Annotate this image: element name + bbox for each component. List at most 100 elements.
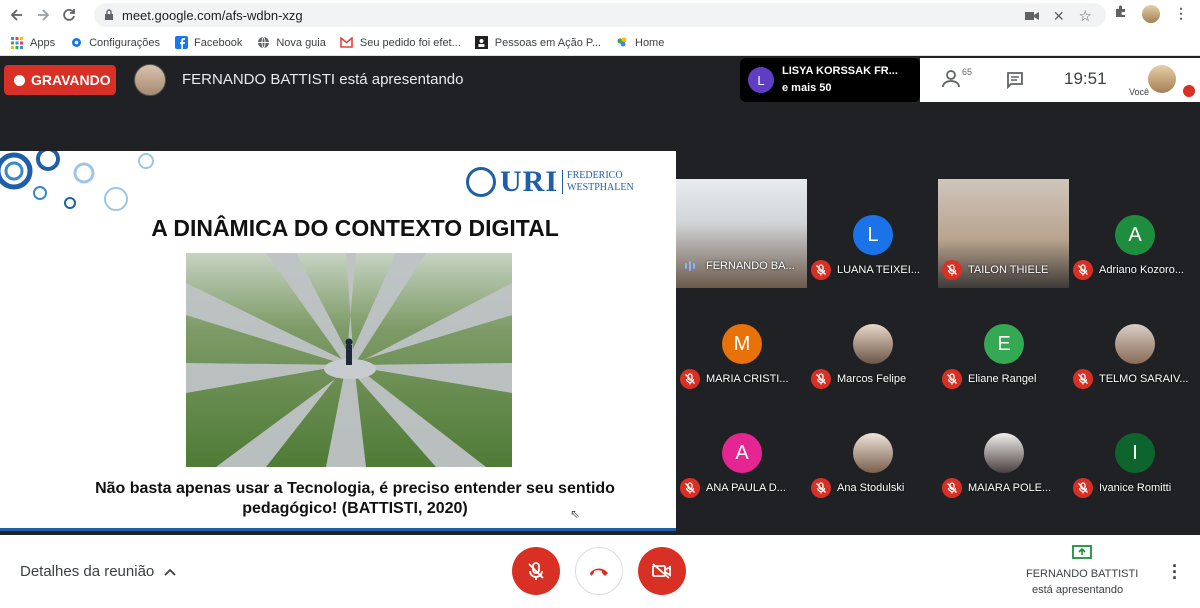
lock-icon — [105, 9, 113, 20]
participant-tile[interactable]: FERNANDO BA... — [676, 179, 808, 288]
address-bar[interactable]: meet.google.com/afs-wdbn-xzg ✕ ☆ — [94, 3, 1106, 27]
participant-tile[interactable]: MAIARA POLE... — [938, 397, 1070, 506]
tile-footer: Marcos Felipe — [811, 369, 906, 389]
participant-name: Eliane Rangel — [968, 373, 1037, 385]
speaker-avatar: L — [748, 67, 774, 93]
pna-icon — [615, 36, 629, 50]
participant-photo — [984, 433, 1024, 473]
mic-off-icon — [811, 369, 831, 389]
facebook-icon — [174, 36, 188, 50]
speaking-indicator-icon — [680, 261, 700, 271]
caption-line2: pedagógico! (BATTISTI, 2020) — [242, 500, 468, 517]
participant-tile[interactable]: A Adriano Kozoro... — [1069, 179, 1200, 288]
slide-caption: Não basta apenas usar a Tecnologia, é pr… — [0, 479, 710, 519]
mic-off-icon — [811, 260, 831, 280]
participant-avatar: M — [722, 324, 762, 364]
camera-indicator-icon[interactable] — [1024, 9, 1039, 24]
mic-off-icon — [942, 369, 962, 389]
star-icon[interactable]: ☆ — [1079, 7, 1092, 25]
participant-photo — [853, 324, 893, 364]
speaker-more: e mais 50 — [782, 82, 832, 94]
active-speaker-box[interactable]: L LISYA KORSSAK FR... e mais 50 — [740, 58, 920, 102]
self-avatar[interactable] — [1148, 65, 1176, 93]
bookmark-label: Nova guia — [276, 36, 326, 49]
camera-toggle-button[interactable] — [638, 547, 686, 595]
bookmark-item[interactable]: Facebook — [174, 36, 242, 50]
participant-name: TELMO SARAIV... — [1099, 373, 1189, 385]
bookmark-item[interactable]: Configurações — [69, 36, 160, 50]
bookmark-label: Pessoas em Ação P... — [494, 36, 601, 49]
participant-tile[interactable]: Marcos Felipe — [807, 288, 939, 397]
logo-sub-line2: WESTPHALEN — [567, 182, 634, 193]
present-screen-icon[interactable] — [1072, 545, 1092, 561]
logo-sub-line1: FREDERICO — [567, 170, 623, 181]
profile-avatar[interactable] — [1142, 4, 1160, 23]
participant-tile[interactable]: TAILON THIELE — [938, 179, 1070, 288]
uri-logo: URI FREDERICO WESTPHALEN — [466, 167, 634, 197]
participant-tile[interactable]: E Eliane Rangel — [938, 288, 1070, 397]
leave-call-button[interactable] — [575, 547, 623, 595]
chat-icon[interactable] — [1006, 71, 1024, 89]
bookmark-item[interactable]: Apps — [10, 36, 55, 50]
participant-tile[interactable]: Ana Stodulski — [807, 397, 939, 506]
participant-photo — [1115, 324, 1155, 364]
tile-footer: Ivanice Romitti — [1073, 478, 1171, 498]
participant-name: MAIARA POLE... — [968, 482, 1052, 494]
logo-main: URI — [500, 165, 559, 198]
participant-name: Adriano Kozoro... — [1099, 264, 1184, 276]
participant-avatar: A — [722, 433, 762, 473]
swirl-decoration — [0, 151, 154, 211]
mic-off-icon — [1073, 369, 1093, 389]
participant-tile[interactable]: L LUANA TEIXEI... — [807, 179, 939, 288]
presenter-avatar — [134, 64, 166, 96]
tile-footer: MARIA CRISTI... — [680, 369, 789, 389]
participant-name: TAILON THIELE — [968, 264, 1049, 276]
participant-avatar: L — [853, 215, 893, 255]
back-icon[interactable] — [4, 2, 30, 28]
bookmark-label: Home — [635, 36, 665, 49]
recording-label: GRAVANDO — [31, 72, 111, 88]
menu-dots-icon[interactable]: ⋮ — [1174, 5, 1188, 22]
mic-toggle-button[interactable] — [512, 547, 560, 595]
participant-grid: FERNANDO BA... L LUANA TEIXEI... TAILON THI… — [676, 179, 1200, 506]
participant-name: Marcos Felipe — [837, 373, 907, 385]
record-dot-icon — [14, 74, 25, 86]
participant-avatar: A — [1115, 215, 1155, 255]
recording-badge: GRAVANDO — [4, 65, 116, 95]
close-indicator-icon[interactable]: ✕ — [1053, 8, 1065, 25]
bookmark-label: Configurações — [89, 36, 161, 49]
reload-icon[interactable] — [56, 2, 82, 28]
participant-name: LUANA TEIXEI... — [837, 264, 920, 276]
participant-tile[interactable]: I Ivanice Romitti — [1069, 397, 1200, 506]
meet-top-right-panel: 65 19:51 Você — [920, 58, 1200, 102]
globe-icon — [256, 36, 270, 50]
more-options-icon[interactable]: · · · — [1172, 557, 1178, 587]
presentation-slide: URI FREDERICO WESTPHALEN A DINÂMICA DO C… — [0, 151, 676, 531]
participant-tile[interactable]: TELMO SARAIV... — [1069, 288, 1200, 397]
presenting-text: FERNANDO BATTISTI está apresentando — [182, 71, 464, 88]
bookmark-item[interactable]: Seu pedido foi efet... — [340, 36, 461, 50]
hang-up-icon — [590, 568, 608, 576]
meeting-details-button[interactable]: Detalhes da reunião — [20, 563, 176, 580]
tile-footer: LUANA TEIXEI... — [811, 260, 920, 280]
forward-icon[interactable] — [30, 2, 56, 28]
logo-subtitle: FREDERICO WESTPHALEN — [562, 170, 634, 194]
bottom-bar: Detalhes da reunião FERNANDO BATTISTI es… — [0, 535, 1200, 608]
uri-emblem — [466, 167, 496, 197]
tile-footer: Ana Stodulski — [811, 478, 904, 498]
presenter-name: FERNANDO BATTISTI — [1026, 568, 1139, 580]
extensions-icon[interactable] — [1114, 4, 1128, 23]
tile-footer: TAILON THIELE — [942, 260, 1048, 280]
bookmarks-bar: Apps Configurações Facebook Nova guia Seu pe… — [0, 30, 1200, 56]
tile-footer: Adriano Kozoro... — [1073, 260, 1184, 280]
bookmark-label: Seu pedido foi efet... — [359, 36, 461, 49]
mic-off-icon — [680, 478, 700, 498]
bookmark-item[interactable]: Pessoas em Ação P... — [475, 36, 601, 50]
bookmark-item[interactable]: Home — [615, 36, 664, 50]
mic-off-icon — [680, 369, 700, 389]
participant-tile[interactable]: M MARIA CRISTI... — [676, 288, 808, 397]
participant-tile[interactable]: A ANA PAULA D... — [676, 397, 808, 506]
self-mic-off-icon — [1183, 85, 1195, 97]
chevron-up-icon — [164, 568, 176, 576]
bookmark-item[interactable]: Nova guia — [256, 36, 326, 50]
